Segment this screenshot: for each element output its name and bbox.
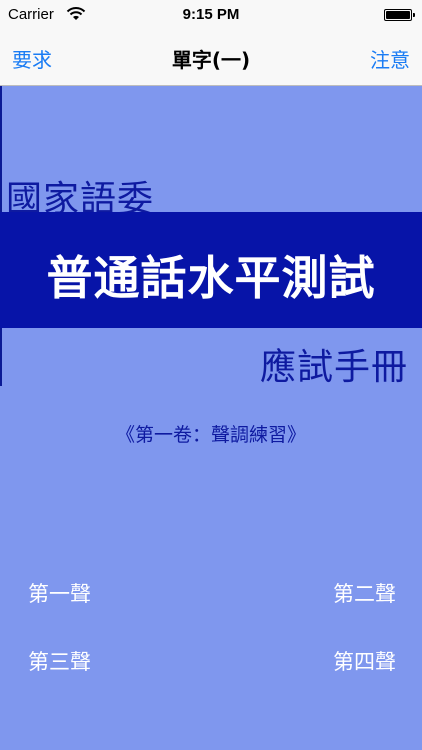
status-bar: Carrier 9:15 PM: [0, 0, 422, 36]
first-tone-button[interactable]: 第一聲: [28, 578, 91, 608]
page-title: 單字(一): [171, 48, 251, 72]
fourth-tone-button[interactable]: 第四聲: [333, 646, 396, 676]
main-title: 普通話水平測試: [46, 251, 376, 305]
battery-icon: [384, 9, 415, 21]
volume-label: 《第一卷：聲調練習》: [115, 424, 306, 446]
second-tone-button[interactable]: 第二聲: [333, 578, 396, 608]
notice-button[interactable]: 注意: [370, 44, 410, 73]
subtitle: 應試手冊: [259, 347, 408, 388]
navigation-bar: 要求 單字(一) 注意: [0, 36, 422, 86]
third-tone-button[interactable]: 第三聲: [28, 646, 91, 676]
title-band: 普通話水平測試: [0, 212, 422, 328]
status-time: 9:15 PM: [182, 6, 240, 23]
